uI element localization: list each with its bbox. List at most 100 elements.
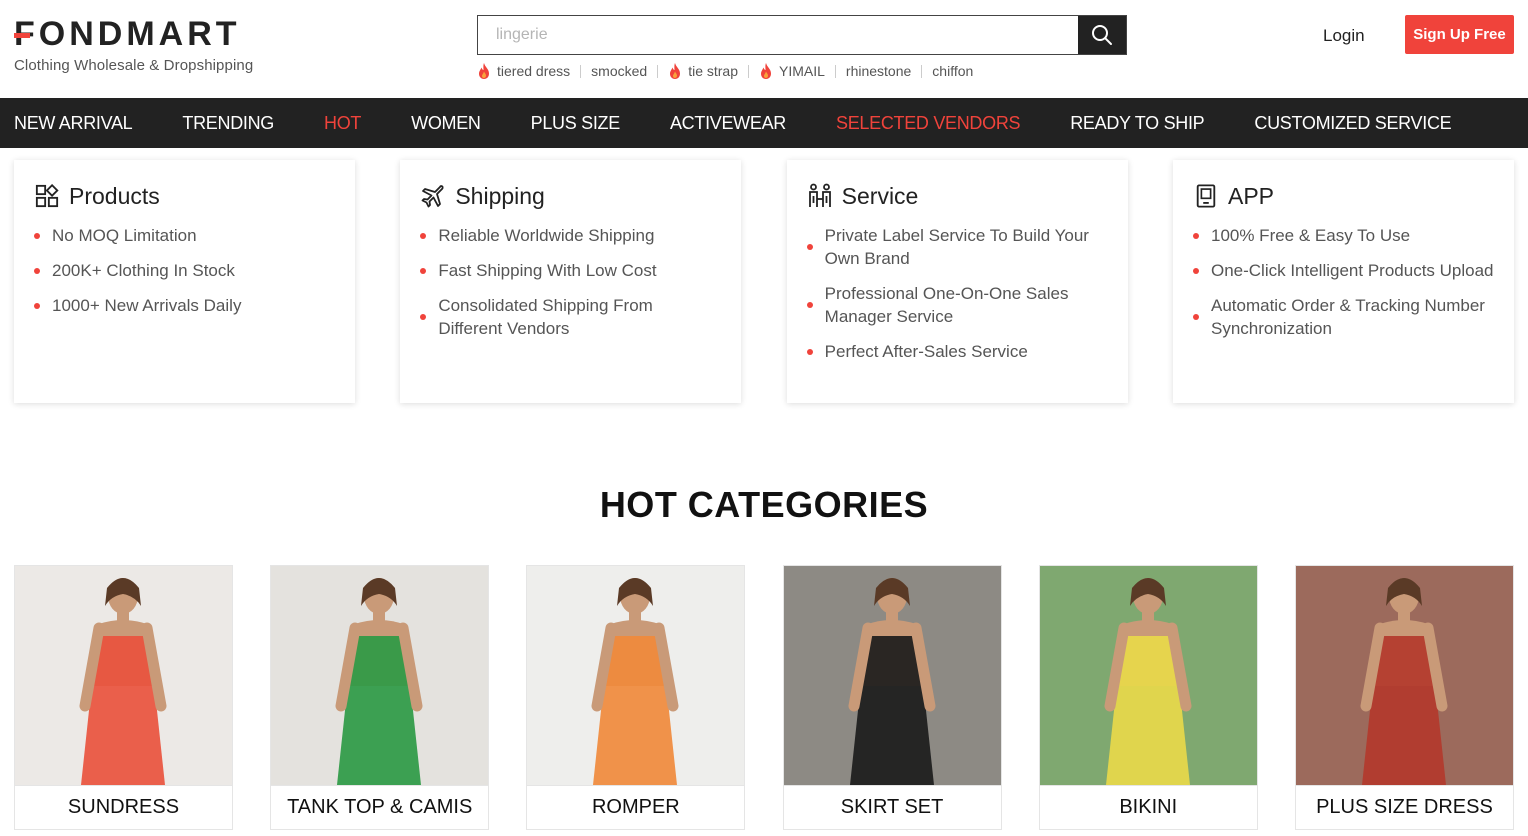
feature-card-app: APP 100% Free & Easy To Use One-Click Inte… [1172,160,1514,403]
site-header: FONDMART Clothing Wholesale & Dropshippi… [0,0,1528,98]
category-card[interactable]: ROMPER [526,565,746,830]
hot-word-link[interactable]: chiffon [932,63,973,79]
hot-word-link[interactable]: YIMAIL [759,62,825,80]
hot-word-label: rhinestone [845,63,912,79]
model-photo [15,566,232,785]
hot-word-label: smocked [591,63,648,79]
model-photo [783,566,1001,785]
hot-word-label: tiered dress [497,63,571,79]
feature-card-title: Service [841,182,919,209]
feature-card-products: Products No MOQ Limitation 200K+ Clothing … [14,160,355,403]
signup-button[interactable]: Sign Up Free [1405,15,1514,54]
logo-wordmark: FONDMART [14,15,241,53]
feature-list-item: No MOQ Limitation [34,224,335,247]
category-card[interactable]: PLUS SIZE DRESS [1294,565,1514,830]
feature-list-item: Reliable Worldwide Shipping [420,224,721,247]
search-area: tiered dress smocked tie strap YIMAIL rhines… [477,15,1127,80]
hot-categories-title: HOT CATEGORIES [599,484,929,525]
feature-card-header: Service [807,180,1108,212]
feature-list: 100% Free & Easy To Use One-Click Intelli… [1192,224,1494,340]
feature-card-header: Products [34,180,335,212]
feature-card-title: Products [69,182,160,209]
plane-icon [420,183,446,209]
divider [748,64,749,78]
hot-categories-list: SUNDRESS TANK TOP & CAMIS ROMPER SKIRT SET B… [14,565,1514,830]
feature-list-item: 100% Free & Easy To Use [1192,224,1494,247]
category-card[interactable]: BIKINI [1038,565,1258,830]
category-image[interactable] [1039,566,1257,785]
logo-tagline: Clothing Wholesale & Dropshipping [14,57,254,74]
category-label[interactable]: PLUS SIZE DRESS [1295,785,1513,829]
category-label[interactable]: ROMPER [527,785,745,829]
logo[interactable]: FONDMART Clothing Wholesale & Dropshippi… [14,16,253,74]
feature-list-item: 1000+ New Arrivals Daily [34,294,335,317]
search-bar [477,15,1127,55]
category-label[interactable]: SUNDRESS [15,785,232,829]
category-image[interactable] [271,566,489,785]
feature-list-item: Professional One-On-One Sales Manager Se… [806,282,1108,328]
nav-item-trending[interactable]: TRENDING [182,113,274,134]
category-label[interactable]: BIKINI [1039,785,1257,829]
logo-accent-bar [14,33,30,38]
feature-card-title: APP [1227,182,1275,209]
category-card[interactable]: TANK TOP & CAMIS [270,565,490,830]
nav-item-new-arrival[interactable]: NEW ARRIVAL [14,113,133,134]
feature-list-item: Consolidated Shipping From Different Ven… [420,294,721,340]
feature-list-item: One-Click Intelligent Products Upload [1192,259,1494,282]
flame-icon [477,62,491,80]
main-nav: NEW ARRIVAL TRENDING HOT WOMEN PLUS SIZE ACTI… [0,98,1528,148]
login-link[interactable]: Login [1323,26,1365,46]
feature-list-item: Private Label Service To Build Your Own … [806,224,1108,270]
hot-word-label: chiffon [932,63,974,79]
nav-item-customized-service[interactable]: CUSTOMIZED SERVICE [1254,113,1451,134]
feature-list-item: 200K+ Clothing In Stock [34,259,335,282]
hot-search-words: tiered dress smocked tie strap YIMAIL rhines… [477,62,1127,80]
feature-list-item: Perfect After-Sales Service [806,340,1108,363]
divider [834,64,836,78]
category-image[interactable] [1295,566,1513,785]
hot-word-label: tie strap [688,63,738,79]
feature-cards: Products No MOQ Limitation 200K+ Clothing … [14,160,1514,403]
nav-item-selected-vendors[interactable]: SELECTED VENDORS [836,113,1021,134]
divider [657,64,659,78]
flame-icon [668,62,682,80]
search-icon [1092,25,1112,45]
nav-item-ready-to-ship[interactable]: READY TO SHIP [1070,113,1204,134]
model-photo [527,566,745,785]
search-input[interactable] [478,16,1078,54]
feature-card-service: Service Private Label Service To Build Yo… [786,160,1128,403]
category-image[interactable] [783,566,1001,785]
feature-card-shipping: Shipping Reliable Worldwide Shipping Fast … [400,160,742,403]
feature-list-item: Fast Shipping With Low Cost [420,259,721,282]
search-button[interactable] [1078,16,1126,54]
category-label[interactable]: SKIRT SET [783,785,1001,829]
category-card[interactable]: SUNDRESS [14,565,233,830]
category-label[interactable]: TANK TOP & CAMIS [271,785,489,829]
feature-list-item: Automatic Order & Tracking Number Synchr… [1192,294,1494,340]
feature-card-header: APP [1193,180,1494,212]
grid-icon [34,183,60,209]
model-photo [1039,566,1257,785]
category-card[interactable]: SKIRT SET [782,565,1002,830]
nav-item-hot[interactable]: HOT [324,113,361,134]
category-image[interactable] [527,566,745,785]
model-photo [271,566,489,785]
feature-list: No MOQ Limitation 200K+ Clothing In Stock… [34,224,335,317]
hot-word-link[interactable]: tiered dress [477,62,570,80]
people-icon [807,183,833,209]
divider [580,64,582,78]
feature-list: Reliable Worldwide Shipping Fast Shipping… [420,224,721,340]
flame-icon [759,62,773,80]
hot-word-link[interactable]: tie strap [668,62,738,80]
nav-item-plus-size[interactable]: PLUS SIZE [531,113,621,134]
hot-word-link[interactable]: rhinestone [846,63,911,79]
feature-card-title: Shipping [455,182,545,209]
phone-icon [1193,183,1219,209]
hot-word-label: YIMAIL [779,63,825,79]
category-image[interactable] [15,566,232,785]
divider [921,64,923,78]
nav-item-activewear[interactable]: ACTIVEWEAR [670,113,786,134]
hot-word-link[interactable]: smocked [591,63,647,79]
nav-item-women[interactable]: WOMEN [411,113,481,134]
feature-card-header: Shipping [420,180,721,212]
